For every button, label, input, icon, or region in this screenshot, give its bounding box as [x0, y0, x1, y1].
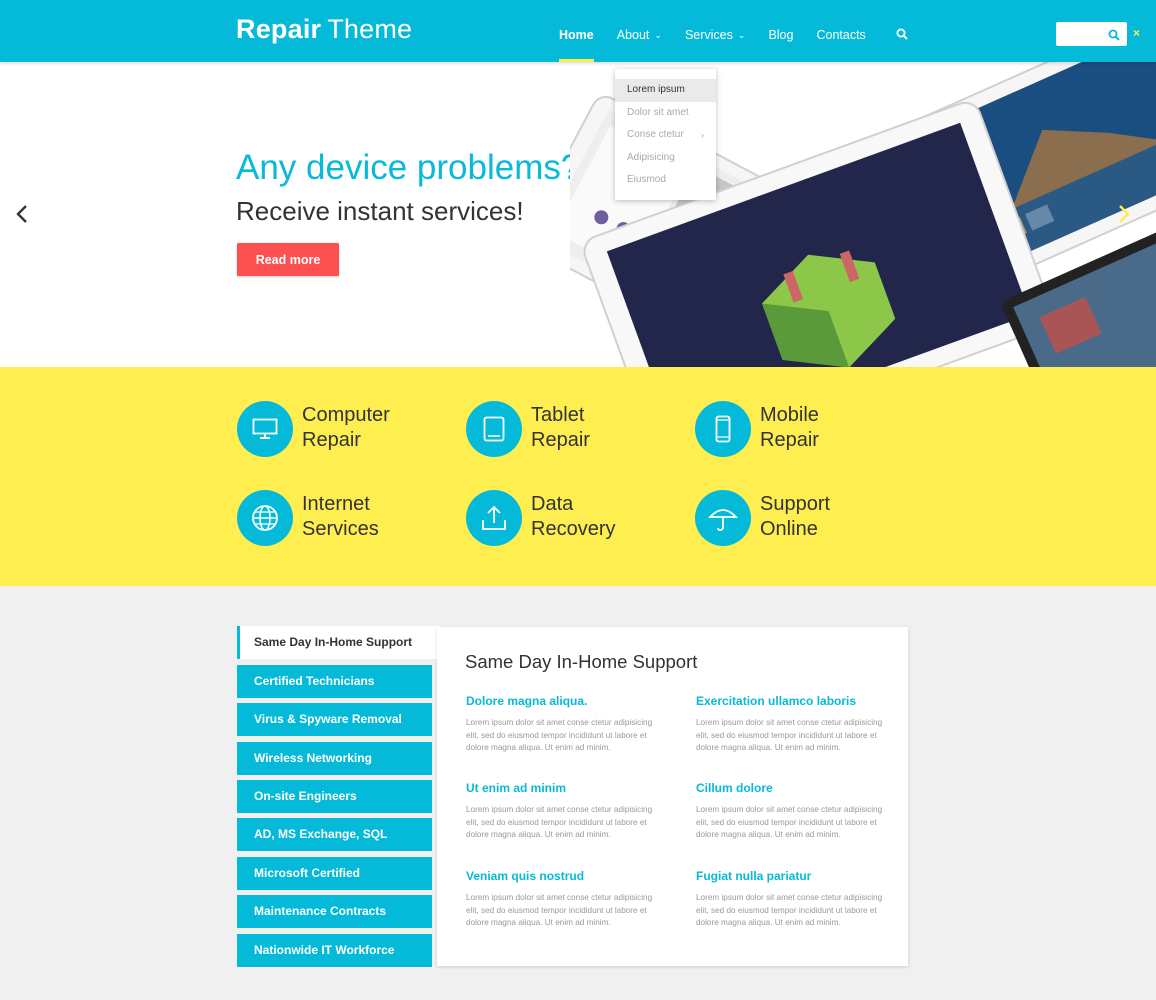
nav-item-home[interactable]: Home	[559, 0, 594, 62]
dropdown-item[interactable]: Eiusmod	[615, 169, 716, 192]
tab-content-panel: Same Day In-Home Support Dolore magna al…	[437, 627, 908, 966]
dropdown-item-label: Lorem ipsum	[627, 84, 685, 95]
dropdown-item[interactable]: Lorem ipsum	[615, 79, 716, 102]
service-label: Data Recovery	[531, 493, 616, 540]
feature-title[interactable]: Cillum dolore	[696, 781, 896, 795]
hero-subtitle: Receive instant services!	[236, 196, 524, 226]
logo-light-text: Theme	[327, 14, 413, 44]
feature-text: Lorem ipsum dolor sit amet conse ctetur …	[696, 805, 883, 839]
tab-on-site-engineers[interactable]: On-site Engineers	[237, 780, 432, 813]
monitor-icon	[237, 401, 293, 457]
tab-maintenance-contracts[interactable]: Maintenance Contracts	[237, 895, 432, 928]
nav-item-label: Blog	[768, 28, 794, 42]
upload-icon	[466, 490, 522, 546]
nav-item-label: Services	[684, 28, 733, 42]
nav-item-label: Contacts	[816, 28, 866, 42]
main-nav: Home About ⌄ Services ⌄ Blog Contacts	[559, 0, 889, 62]
feature-text: Lorem ipsum dolor sit amet conse ctetur …	[466, 805, 653, 839]
search-icon[interactable]	[896, 27, 908, 45]
feature-title[interactable]: Ut enim ad minim	[466, 781, 666, 795]
feature-text: Lorem ipsum dolor sit amet conse ctetur …	[696, 893, 883, 927]
feature-title[interactable]: Fugiat nulla pariatur	[696, 869, 896, 883]
nav-item-about[interactable]: About ⌄	[617, 0, 662, 62]
service-computer-repair[interactable]: Computer Repair	[237, 401, 447, 461]
feature-block: Dolore magna aliqua. Lorem ipsum dolor s…	[466, 694, 666, 755]
service-tablet-repair[interactable]: Tablet Repair	[466, 401, 676, 461]
chevron-left-icon[interactable]	[14, 203, 30, 230]
search-icon[interactable]	[1108, 28, 1120, 46]
services-grid: Computer Repair Tablet Repair Mobile Rep…	[0, 367, 1156, 586]
tab-virus-spyware-removal[interactable]: Virus & Spyware Removal	[237, 703, 432, 736]
nav-item-label: Home	[559, 28, 594, 42]
chevron-down-icon: ⌄	[737, 30, 746, 40]
feature-title[interactable]: Veniam quis nostrud	[466, 869, 666, 883]
service-label: Computer Repair	[302, 404, 390, 451]
service-label: Tablet Repair	[531, 404, 590, 451]
service-mobile-repair[interactable]: Mobile Repair	[695, 401, 905, 461]
site-logo[interactable]: Repair Theme	[236, 14, 412, 45]
feature-text: Lorem ipsum dolor sit amet conse ctetur …	[696, 718, 883, 752]
tab-same-day-in-home-support[interactable]: Same Day In-Home Support	[237, 626, 440, 659]
dropdown-item-label: Dolor sit amet	[627, 106, 689, 118]
dropdown-item[interactable]: Conse ctetur ›	[615, 124, 716, 147]
feature-block: Exercitation ullamco laboris Lorem ipsum…	[696, 694, 896, 755]
mobile-icon	[695, 401, 751, 457]
tab-microsoft-certified[interactable]: Microsoft Certified	[237, 857, 432, 890]
service-internet-services[interactable]: Internet Services	[237, 490, 447, 550]
umbrella-icon	[695, 490, 751, 546]
tab-nationwide-it-workforce[interactable]: Nationwide IT Workforce	[237, 934, 432, 967]
hero-slider: Any device problems? Receive instant ser…	[0, 62, 1156, 367]
close-icon[interactable]: ×	[1133, 26, 1140, 40]
dropdown-item-label: Adipisicing	[627, 151, 675, 163]
nav-item-label: About	[616, 28, 650, 42]
tab-ad-ms-exchange-sql[interactable]: AD, MS Exchange, SQL	[237, 818, 432, 851]
feature-title[interactable]: Exercitation ullamco laboris	[696, 694, 896, 708]
service-label: Support Online	[760, 493, 831, 540]
hero-title: Any device problems?	[236, 148, 581, 187]
feature-text: Lorem ipsum dolor sit amet conse ctetur …	[466, 893, 653, 927]
nav-item-contacts[interactable]: Contacts	[816, 0, 865, 62]
feature-block: Cillum dolore Lorem ipsum dolor sit amet…	[696, 781, 896, 842]
chevron-right-icon[interactable]	[1116, 203, 1132, 230]
feature-title[interactable]: Dolore magna aliqua.	[466, 694, 666, 708]
service-support-online[interactable]: Support Online	[695, 490, 905, 550]
nav-item-services[interactable]: Services ⌄	[685, 0, 745, 62]
service-label: Mobile Repair	[760, 404, 819, 451]
feature-block: Ut enim ad minim Lorem ipsum dolor sit a…	[466, 781, 666, 842]
feature-text: Lorem ipsum dolor sit amet conse ctetur …	[466, 718, 653, 752]
service-label: Internet Services	[302, 493, 379, 540]
feature-block: Veniam quis nostrud Lorem ipsum dolor si…	[466, 869, 666, 930]
chevron-right-icon: ›	[701, 130, 704, 140]
dropdown-item[interactable]: Dolor sit amet	[615, 102, 716, 125]
site-header: Repair Theme Home About ⌄ Services ⌄ Blog C…	[0, 0, 1156, 62]
dropdown-item-label: Eiusmod	[627, 174, 666, 185]
globe-icon	[237, 490, 293, 546]
about-dropdown-menu: Lorem ipsum Dolor sit amet Conse ctetur ›…	[615, 69, 716, 200]
read-more-button[interactable]: Read more	[237, 243, 339, 276]
feature-block: Fugiat nulla pariatur Lorem ipsum dolor …	[696, 869, 896, 930]
dropdown-item-label: Conse ctetur	[627, 129, 684, 140]
tab-certified-technicians[interactable]: Certified Technicians	[237, 665, 432, 698]
features-tabs-section: Same Day In-Home Support Certified Techn…	[0, 586, 1156, 1000]
nav-item-blog[interactable]: Blog	[768, 0, 793, 62]
search-input[interactable]	[1060, 23, 1112, 47]
tab-wireless-networking[interactable]: Wireless Networking	[237, 742, 432, 775]
chevron-down-icon: ⌄	[654, 30, 662, 40]
header-search	[1056, 22, 1127, 47]
panel-title: Same Day In-Home Support	[465, 651, 698, 672]
logo-bold-text: Repair	[236, 14, 322, 44]
dropdown-item[interactable]: Adipisicing	[615, 147, 716, 170]
service-data-recovery[interactable]: Data Recovery	[466, 490, 676, 550]
tablet-icon	[466, 401, 522, 457]
